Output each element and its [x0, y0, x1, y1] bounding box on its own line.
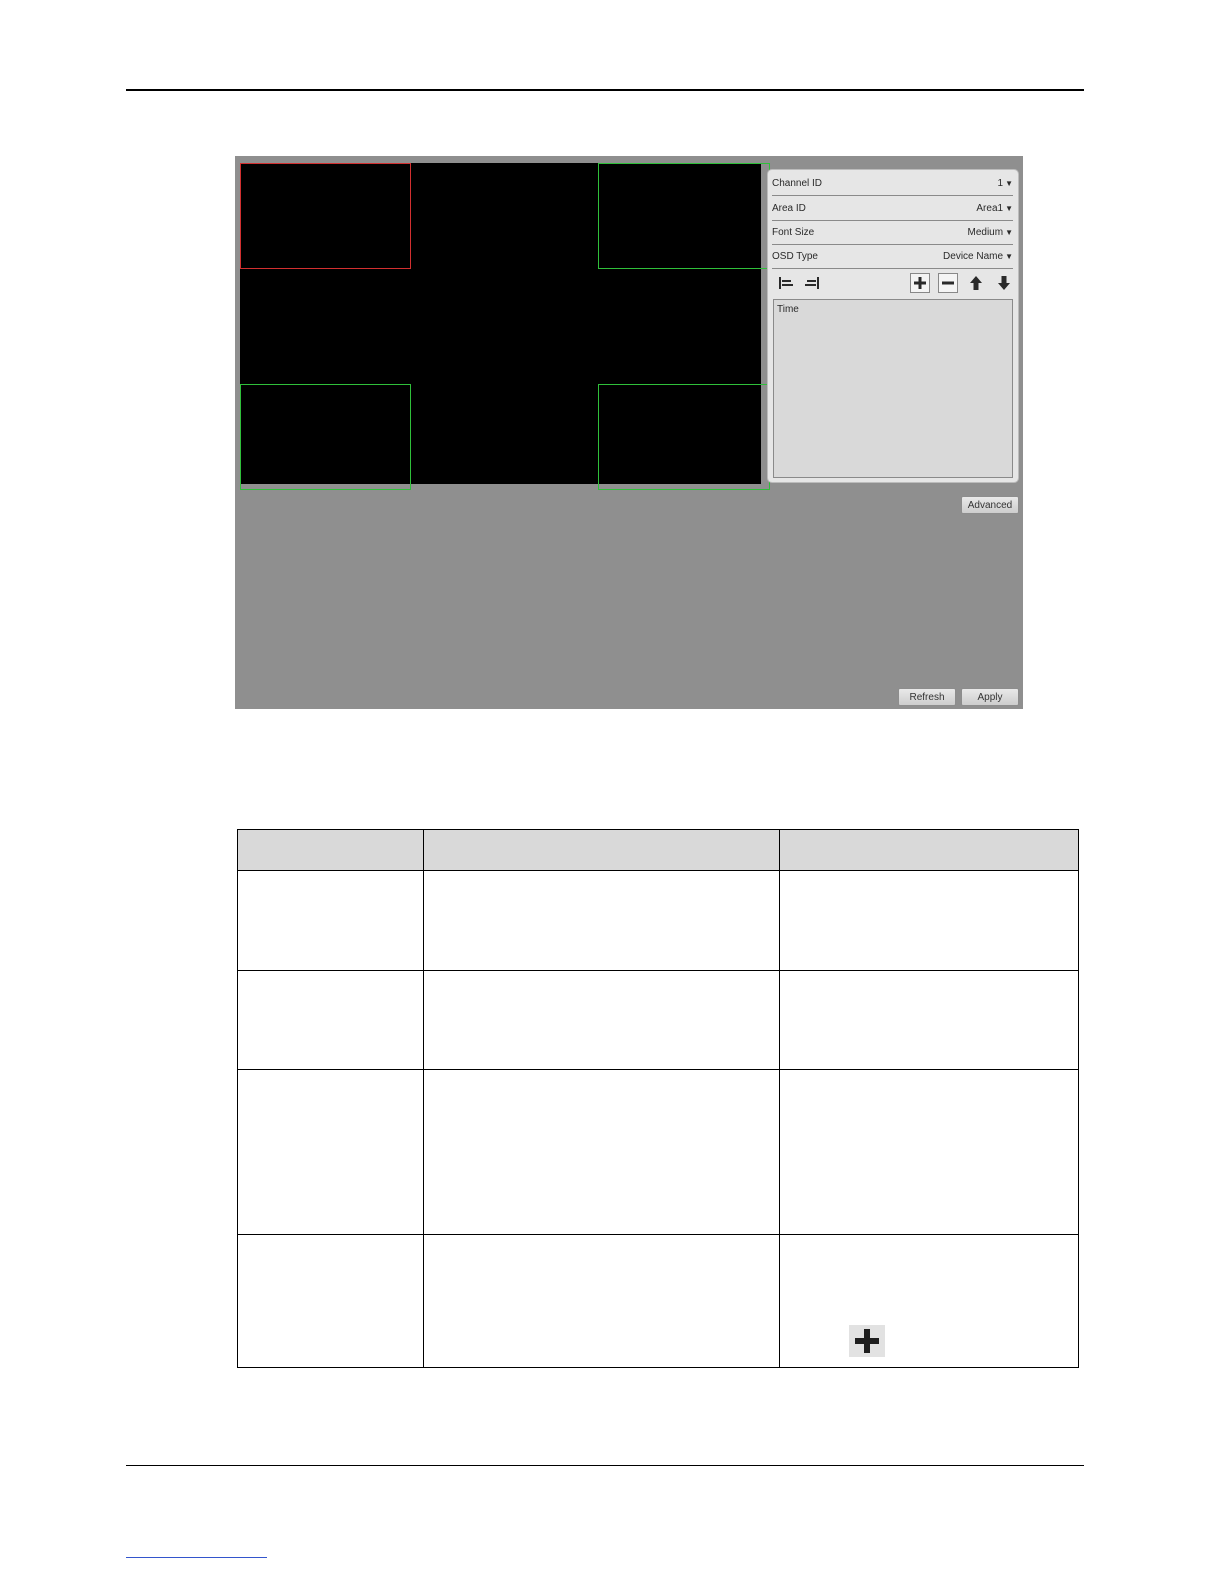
area-id-value: Area1 [976, 202, 1004, 214]
chevron-down-icon: ▼ [1005, 227, 1013, 237]
table-row [237, 870, 1079, 971]
osd-toolbar [772, 271, 1013, 295]
table-cell [237, 1069, 424, 1235]
font-size-row: Font Size Medium ▼ [772, 220, 1013, 245]
osd-region-top-left[interactable] [240, 163, 411, 269]
chevron-down-icon: ▼ [1005, 178, 1013, 188]
plus-icon [849, 1325, 885, 1357]
osd-type-select[interactable]: Device Name ▼ [943, 251, 1013, 262]
table-cell [779, 1069, 1079, 1235]
table-cell [237, 870, 424, 971]
refresh-button[interactable]: Refresh [898, 688, 956, 706]
table-cell [237, 1234, 424, 1368]
table-header-row [237, 829, 1079, 871]
table-cell [779, 970, 1079, 1070]
footer-rule [126, 1465, 1084, 1466]
table-header-cell [779, 829, 1079, 871]
apply-button[interactable]: Apply [961, 688, 1019, 706]
font-size-value: Medium [967, 226, 1004, 238]
area-id-label: Area ID [772, 202, 806, 214]
table-row [237, 1069, 1079, 1235]
table-cell [779, 870, 1079, 971]
table-cell [237, 970, 424, 1070]
osd-type-value: Device Name [943, 250, 1004, 262]
table-cell [423, 970, 780, 1070]
table-header-cell [423, 829, 780, 871]
channel-id-select[interactable]: 1 ▼ [998, 178, 1013, 189]
header-rule [126, 89, 1084, 91]
arrow-up-icon[interactable] [966, 273, 986, 293]
chevron-down-icon: ▼ [1005, 251, 1013, 261]
osd-region-bottom-left[interactable] [240, 384, 411, 490]
osd-region-top-right[interactable] [598, 163, 770, 269]
osd-type-row: OSD Type Device Name ▼ [772, 244, 1013, 269]
table-cell [423, 870, 780, 971]
osd-config-screenshot: Channel ID 1 ▼ Area ID Area1 ▼ Font Size… [235, 156, 1023, 709]
channel-id-row: Channel ID 1 ▼ [772, 171, 1013, 196]
osd-type-label: OSD Type [772, 250, 818, 262]
font-size-label: Font Size [772, 226, 815, 238]
area-id-select[interactable]: Area1 ▼ [976, 203, 1013, 214]
parameter-table [237, 829, 1079, 1368]
table-cell [779, 1234, 1079, 1368]
advanced-button[interactable]: Advanced [961, 496, 1019, 514]
osd-settings-panel: Channel ID 1 ▼ Area ID Area1 ▼ Font Size… [767, 169, 1019, 483]
channel-id-label: Channel ID [772, 177, 823, 189]
channel-id-value: 1 [997, 177, 1004, 189]
table-header-cell [237, 829, 424, 871]
minus-icon[interactable] [938, 273, 958, 293]
align-right-icon[interactable] [802, 273, 822, 293]
table-cell [423, 1069, 780, 1235]
footer-link-underline[interactable] [126, 1557, 267, 1558]
table-row [237, 970, 1079, 1070]
plus-icon[interactable] [910, 273, 930, 293]
font-size-select[interactable]: Medium ▼ [968, 227, 1014, 238]
align-left-icon[interactable] [776, 273, 796, 293]
osd-region-bottom-right[interactable] [598, 384, 770, 490]
arrow-down-icon[interactable] [994, 273, 1014, 293]
chevron-down-icon: ▼ [1005, 203, 1013, 213]
list-item[interactable]: Time [777, 304, 1009, 315]
area-id-row: Area ID Area1 ▼ [772, 196, 1013, 221]
table-cell [423, 1234, 780, 1368]
osd-item-list[interactable]: Time [773, 299, 1013, 478]
table-row [237, 1234, 1079, 1368]
